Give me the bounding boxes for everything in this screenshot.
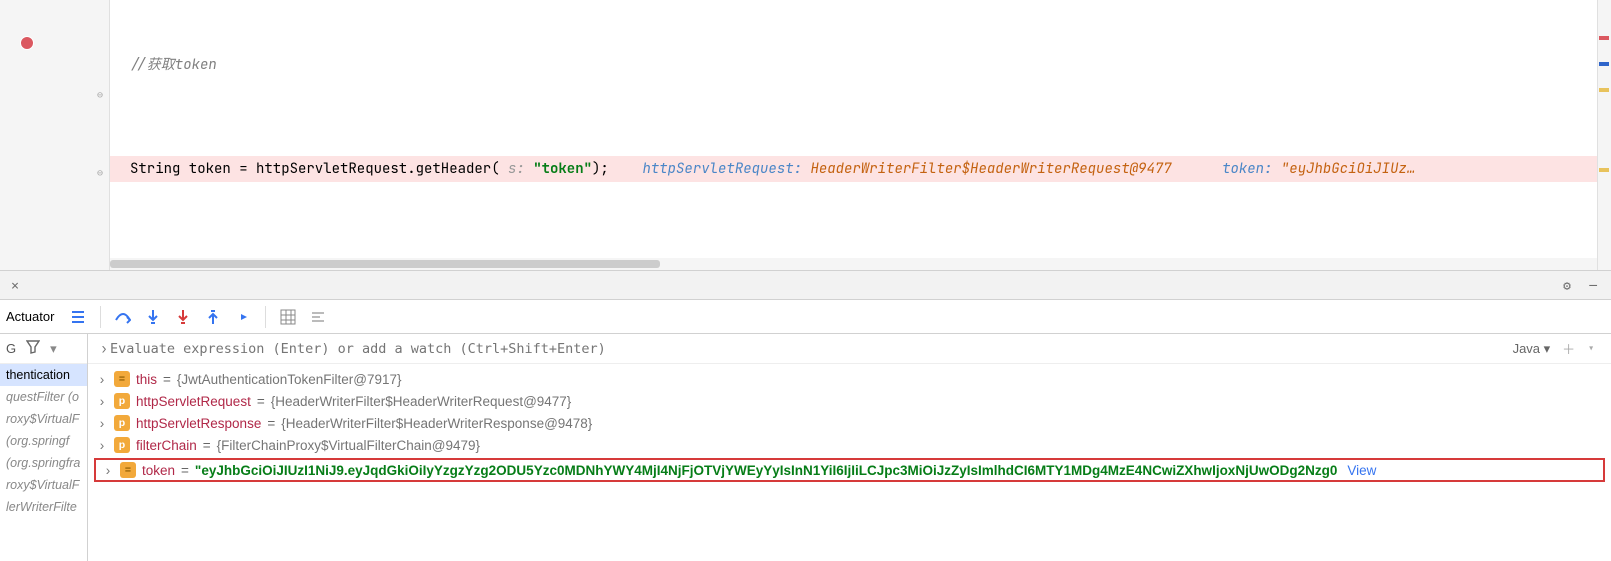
variable-value: {FilterChainProxy$VirtualFilterChain@947…	[217, 438, 480, 453]
variable-value: "eyJhbGciOiJIUzI1NiJ9.eyJqdGkiOiIyYzgzYz…	[195, 463, 1337, 478]
force-step-into-icon[interactable]	[171, 305, 195, 329]
equals-sign: =	[257, 394, 265, 409]
chevron-right-icon[interactable]: ›	[96, 394, 108, 409]
parameter-icon	[114, 415, 130, 431]
minimize-icon[interactable]: —	[1589, 277, 1597, 294]
gear-icon[interactable]: ⚙	[1563, 277, 1571, 294]
equals-sign: =	[181, 463, 189, 478]
chevron-down-icon[interactable]: ▾	[1581, 340, 1601, 357]
evaluate-expression-input[interactable]	[110, 341, 1507, 357]
filter-icon[interactable]	[26, 340, 40, 357]
stack-icon[interactable]	[66, 305, 90, 329]
frame-item[interactable]: roxy$VirtualF	[0, 474, 87, 496]
close-icon[interactable]: ✕	[0, 277, 30, 294]
parameter-icon	[114, 393, 130, 409]
frame-item[interactable]: questFilter (o	[0, 386, 87, 408]
run-to-cursor-icon[interactable]	[231, 305, 255, 329]
chevron-down-icon[interactable]: ▾	[50, 341, 57, 357]
step-out-icon[interactable]	[201, 305, 225, 329]
variable-name: this	[136, 372, 157, 387]
variable-row[interactable]: › this = {JwtAuthenticationTokenFilter@7…	[88, 368, 1611, 390]
inline-debug-hint: token: "eyJhbGciOiJIUz…	[1222, 160, 1415, 178]
marker-error-icon[interactable]	[1599, 36, 1609, 40]
variables-header: › Java ▾ ＋ ▾	[88, 334, 1611, 364]
parameter-icon	[114, 437, 130, 453]
debug-lower-split: G ▾ thentication questFilter (o roxy$Vir…	[0, 334, 1611, 561]
fold-icon[interactable]: ⊖	[93, 166, 107, 180]
chevron-right-icon[interactable]: ›	[96, 372, 108, 387]
equals-sign: =	[163, 372, 171, 387]
language-selector[interactable]: Java ▾	[1507, 341, 1557, 357]
marker-warn-icon[interactable]	[1599, 88, 1609, 92]
scroll-thumb[interactable]	[110, 260, 660, 268]
variable-row[interactable]: › httpServletRequest = {HeaderWriterFilt…	[88, 390, 1611, 412]
editor-gutter: ⊖ ⊖	[0, 0, 110, 270]
equals-sign: =	[267, 416, 275, 431]
chevron-right-icon[interactable]: ›	[96, 438, 108, 453]
step-into-icon[interactable]	[141, 305, 165, 329]
frames-header: G ▾	[0, 334, 87, 364]
chevron-right-icon[interactable]: ›	[102, 463, 114, 478]
variable-value: {HeaderWriterFilter$HeaderWriterRequest@…	[271, 394, 572, 409]
fold-icon[interactable]: ⊖	[93, 88, 107, 102]
frame-item[interactable]: roxy$VirtualF	[0, 408, 87, 430]
frames-group-label: G	[6, 341, 16, 356]
code-line[interactable]: String token = httpServletRequest.getHea…	[110, 156, 1597, 182]
variable-value: {HeaderWriterFilter$HeaderWriterResponse…	[281, 416, 592, 431]
variable-name: httpServletResponse	[136, 416, 261, 431]
variable-name: token	[142, 463, 175, 478]
variable-row-highlighted[interactable]: › token = "eyJhbGciOiJIUzI1NiJ9.eyJqdGki…	[94, 458, 1605, 482]
frame-item[interactable]: (org.springfra	[0, 452, 87, 474]
variable-name: filterChain	[136, 438, 197, 453]
variables-panel: › Java ▾ ＋ ▾ › this = {JwtAuthentication…	[88, 334, 1611, 561]
more-icon[interactable]	[306, 305, 330, 329]
variable-icon	[120, 462, 136, 478]
frame-item[interactable]: lerWriterFilte	[0, 496, 87, 518]
variable-name: httpServletRequest	[136, 394, 251, 409]
breakpoint-icon[interactable]	[20, 36, 34, 50]
variable-icon	[114, 371, 130, 387]
comment: //获取token	[130, 56, 217, 74]
frames-panel[interactable]: G ▾ thentication questFilter (o roxy$Vir…	[0, 334, 88, 561]
inline-debug-hint: httpServletRequest: HeaderWriterFilter$H…	[642, 160, 1171, 178]
code-lines[interactable]: //获取token String token = httpServletRequ…	[110, 0, 1597, 270]
view-link[interactable]: View	[1343, 463, 1376, 478]
code-line[interactable]: //获取token	[110, 52, 1597, 78]
editor-marker-strip[interactable]	[1597, 0, 1611, 270]
variable-value: {JwtAuthenticationTokenFilter@7917}	[177, 372, 402, 387]
debug-toolbar: Actuator	[0, 300, 1611, 334]
code-editor[interactable]: ⊖ ⊖ //获取token String token = httpServlet…	[0, 0, 1611, 270]
debug-tab-strip: ✕ ⚙ —	[0, 270, 1611, 300]
editor-scrollbar[interactable]	[110, 258, 1597, 270]
step-over-icon[interactable]	[111, 305, 135, 329]
add-watch-icon[interactable]: ＋	[1556, 339, 1581, 358]
equals-sign: =	[203, 438, 211, 453]
chevron-right-icon[interactable]: ›	[96, 416, 108, 431]
frames-list[interactable]: thentication questFilter (o roxy$Virtual…	[0, 364, 87, 561]
marker-warn-icon[interactable]	[1599, 168, 1609, 172]
separator	[100, 306, 101, 328]
variable-row[interactable]: › filterChain = {FilterChainProxy$Virtua…	[88, 434, 1611, 456]
frame-item[interactable]: thentication	[0, 364, 87, 386]
marker-active-icon[interactable]	[1599, 62, 1609, 66]
chevron-right-icon[interactable]: ›	[98, 340, 110, 357]
separator	[265, 306, 266, 328]
frame-item[interactable]: (org.springf	[0, 430, 87, 452]
variable-row[interactable]: › httpServletResponse = {HeaderWriterFil…	[88, 412, 1611, 434]
actuator-tab[interactable]: Actuator	[6, 309, 60, 324]
evaluate-grid-icon[interactable]	[276, 305, 300, 329]
variables-list[interactable]: › this = {JwtAuthenticationTokenFilter@7…	[88, 364, 1611, 561]
